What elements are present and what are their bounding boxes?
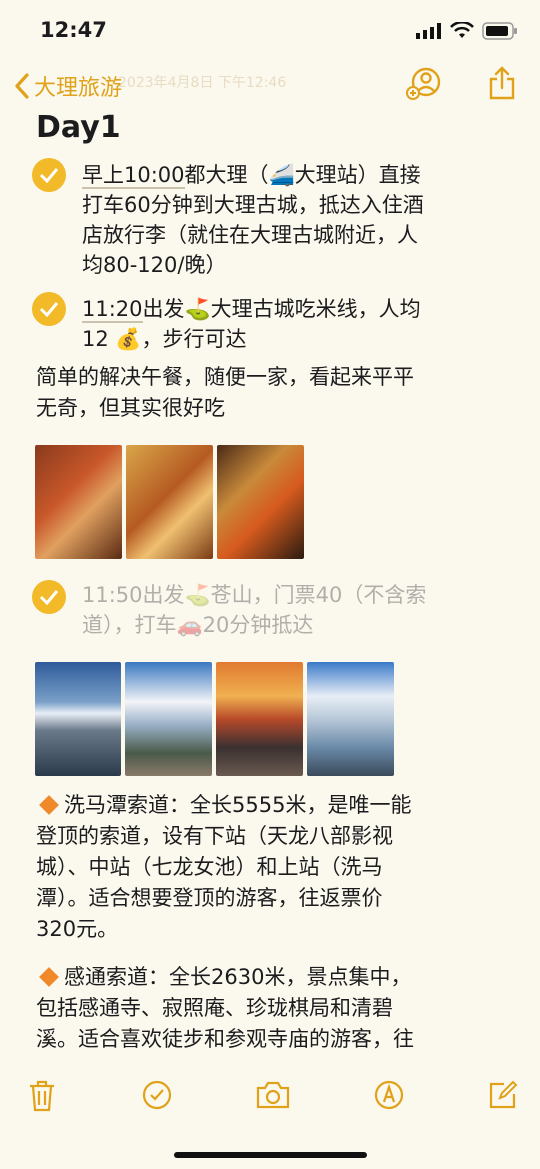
home-indicator[interactable] (174, 1152, 367, 1158)
nav-actions (406, 66, 516, 100)
markup-icon[interactable] (374, 1080, 404, 1110)
status-time: 12:47 (40, 18, 107, 42)
checklist-checkbox-checked[interactable] (32, 292, 66, 326)
paragraph-line: 登顶的索道，设有下站（天龙八部影视 (36, 824, 393, 848)
item-text: 都大理（🚄大理站）直接 (184, 163, 421, 187)
item-text: 12 💰，步行可达 (82, 327, 247, 351)
item-text: 店放行李（就住在大理古城附近，人 (82, 223, 418, 247)
paragraph-line: 无奇，但其实很好吃 (36, 396, 225, 420)
paragraph-line: 潭）。适合想要登顶的游客，往返票价 (36, 886, 383, 910)
noodle-photo[interactable] (35, 445, 122, 559)
item-text: 均80-120/晚） (82, 253, 227, 277)
checklist-icon[interactable] (142, 1080, 172, 1110)
compose-icon[interactable] (488, 1080, 518, 1110)
note-title: Day1 (36, 110, 121, 145)
item-text: 打车60分钟到大理古城，抵达入住酒 (82, 193, 424, 217)
checklist-item-2[interactable]: 11:20出发⛳大理古城吃米线，人均 12 💰，步行可达 (82, 294, 522, 354)
item-text: 11:50出发⛳苍山，门票40（不含索 (82, 583, 427, 607)
paragraph-line: 洗马潭索道：全长5555米，是唯一能 (64, 793, 412, 817)
cangshan-photo[interactable] (35, 662, 121, 776)
item-time: 早上10:00 (82, 163, 185, 189)
cangshan-photo[interactable] (125, 662, 212, 776)
paragraph-line: 溪。适合喜欢徒步和参观寺庙的游客，往 (36, 1027, 414, 1051)
paragraph-line: 320元。 (36, 917, 119, 941)
paragraph-line: 感通索道：全长2630米，景点集中， (64, 965, 412, 989)
orange-diamond-icon (39, 967, 59, 987)
cangshan-photo[interactable] (216, 662, 303, 776)
item-time: 11:20 (82, 297, 143, 323)
checklist-checkbox-checked[interactable] (32, 580, 66, 614)
add-person-icon[interactable] (406, 66, 442, 100)
note-paragraph-cableway-2: 感通索道：全长2630米，景点集中， 包括感通寺、寂照庵、珍珑棋局和清碧 溪。适… (36, 962, 531, 1055)
checkmark-icon (39, 302, 59, 317)
checkmark-icon (39, 590, 59, 605)
cangshan-photo[interactable] (307, 662, 394, 776)
checkmark-icon (39, 168, 59, 183)
back-button[interactable]: 大理旅游 (14, 70, 122, 102)
back-label: 大理旅游 (34, 76, 123, 101)
note-paragraph: 简单的解决午餐，随便一家，看起来平平 无奇，但其实很好吃 (36, 362, 526, 424)
paragraph-line: 城）、中站（七龙女池）和上站（洗马 (36, 855, 383, 879)
wifi-icon (450, 22, 474, 38)
item-text: 出发⛳大理古城吃米线，人均 (142, 297, 421, 321)
paragraph-line: 简单的解决午餐，随便一家，看起来平平 (36, 365, 414, 389)
share-icon[interactable] (488, 66, 516, 100)
noodle-photo[interactable] (126, 445, 213, 559)
battery-icon (482, 22, 517, 40)
checklist-item-1[interactable]: 早上10:00都大理（🚄大理站）直接 打车60分钟到大理古城，抵达入住酒 店放行… (82, 160, 522, 280)
cellular-signal-icon (416, 23, 441, 39)
item-text: 道），打车🚗20分钟抵达 (82, 613, 314, 637)
paragraph-line: 包括感通寺、寂照庵、珍珑棋局和清碧 (36, 996, 393, 1020)
note-paragraph-cableway-1: 洗马潭索道：全长5555米，是唯一能 登顶的索道，设有下站（天龙八部影视 城）、… (36, 790, 526, 945)
orange-diamond-icon (39, 795, 59, 815)
status-icons (416, 22, 518, 40)
checklist-item-3[interactable]: 11:50出发⛳苍山，门票40（不含索 道），打车🚗20分钟抵达 (82, 580, 522, 640)
noodle-photo[interactable] (217, 445, 304, 559)
checklist-checkbox-checked[interactable] (32, 158, 66, 192)
trash-icon[interactable] (28, 1080, 56, 1112)
back-chevron-icon (15, 73, 29, 99)
nav-ghost-date: 2023年4月8日 下午12:46 (118, 75, 287, 91)
camera-icon[interactable] (256, 1080, 290, 1110)
